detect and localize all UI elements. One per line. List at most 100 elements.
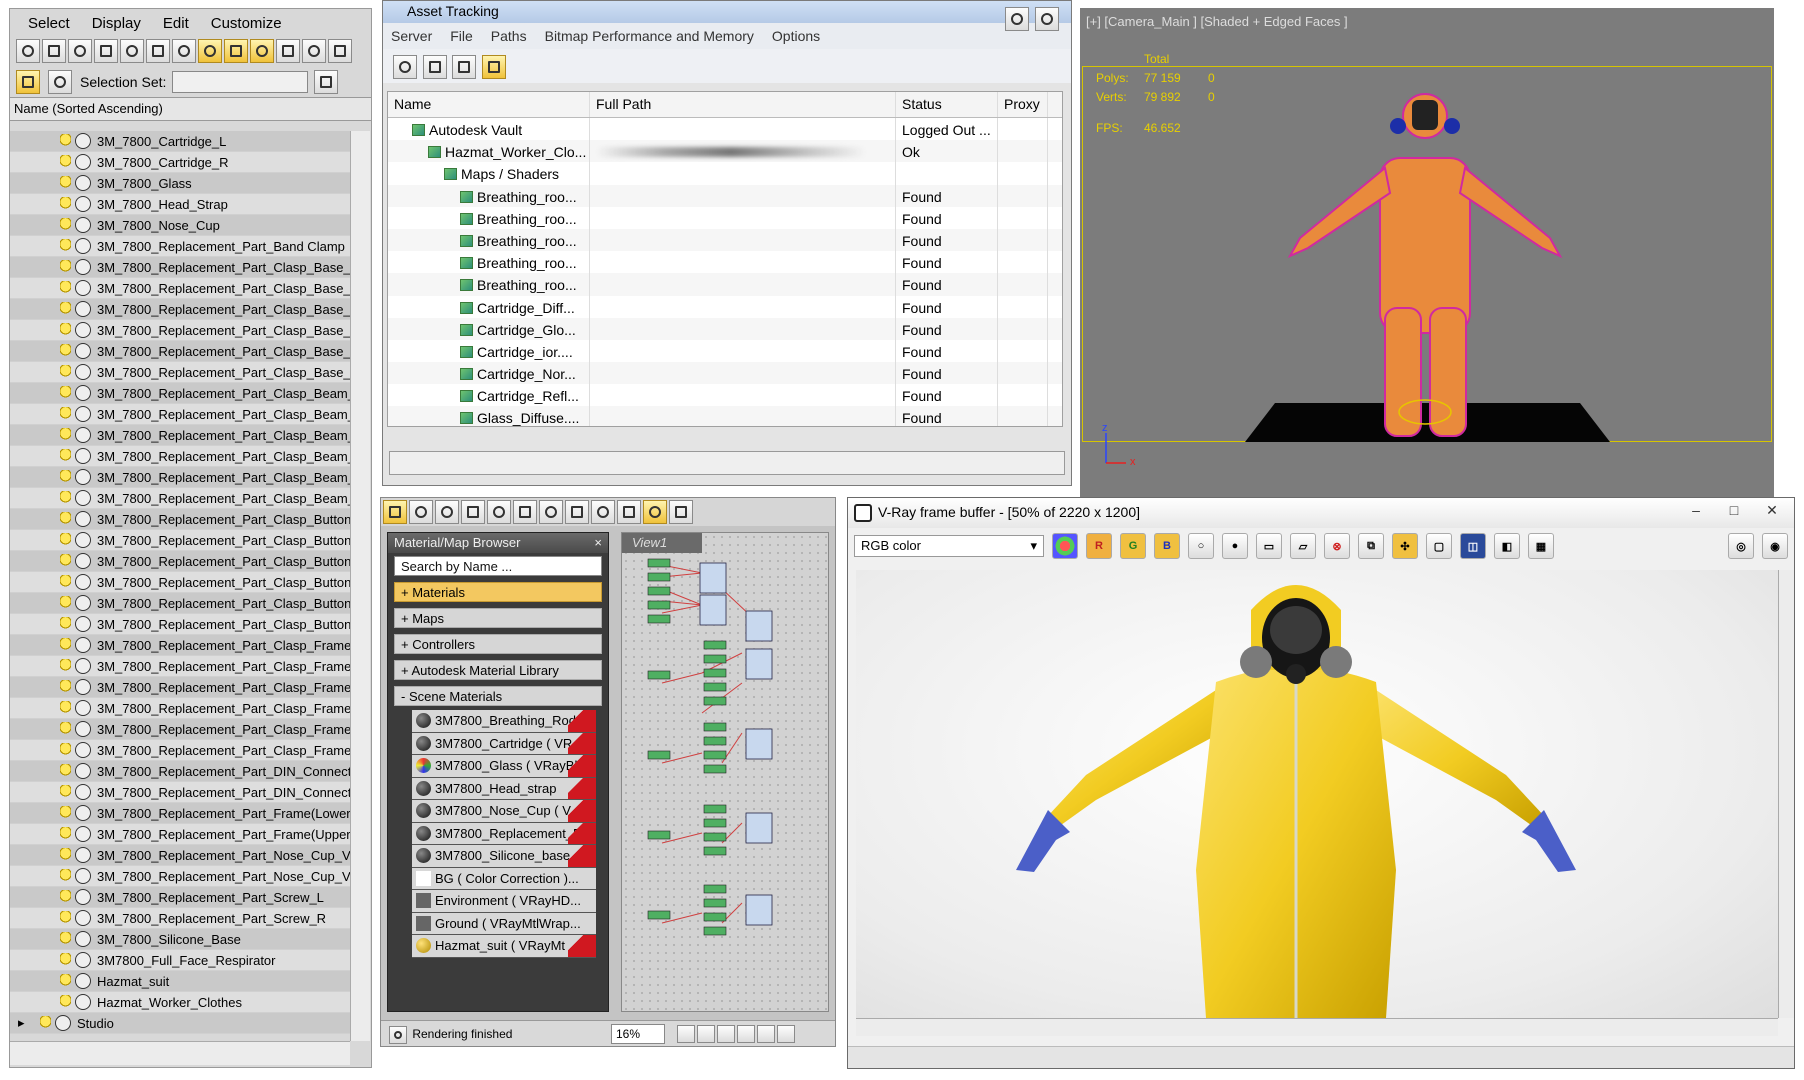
- scene-tree-row[interactable]: 3M_7800_Replacement_Part_Clasp_Base_01: [10, 257, 350, 278]
- scene-tree-row[interactable]: Hazmat_suit: [10, 971, 350, 992]
- help-icon[interactable]: [1035, 7, 1059, 31]
- menu-select[interactable]: Select: [28, 15, 70, 32]
- mono-icon[interactable]: ●: [1222, 533, 1248, 559]
- filter-frozen-icon[interactable]: [276, 39, 300, 63]
- light-bulb-icon[interactable]: [60, 364, 71, 380]
- channel-dropdown[interactable]: RGB color ▾: [854, 535, 1044, 557]
- asset-row[interactable]: Cartridge_Glo... Found: [388, 317, 1062, 340]
- freeze-icon[interactable]: [75, 595, 91, 611]
- hierarchy-icon[interactable]: [48, 70, 72, 94]
- minimize-icon[interactable]: –: [1678, 502, 1714, 522]
- light-bulb-icon[interactable]: [60, 973, 71, 989]
- scene-tree-row[interactable]: 3M_7800_Replacement_Part_DIN_Connecto: [10, 761, 350, 782]
- scene-tree-row[interactable]: 3M_7800_Replacement_Part_Nose_Cup_Val: [10, 845, 350, 866]
- light-bulb-icon[interactable]: [60, 511, 71, 527]
- pan-icon[interactable]: [677, 1025, 695, 1043]
- put-to-scene-icon[interactable]: [435, 500, 459, 524]
- render-icon[interactable]: ◎: [1728, 533, 1754, 559]
- table-view-icon[interactable]: [481, 55, 506, 79]
- asset-row[interactable]: Cartridge_Nor... Found: [388, 362, 1062, 385]
- col-proxy[interactable]: Proxy: [998, 92, 1048, 117]
- assign-material-icon[interactable]: [461, 500, 485, 524]
- scene-tree-row[interactable]: 3M_7800_Replacement_Part_Frame(Upper): [10, 824, 350, 845]
- freeze-icon[interactable]: [75, 448, 91, 464]
- render-vscrollbar[interactable]: [1778, 570, 1794, 1018]
- show-background-icon[interactable]: [643, 500, 667, 524]
- freeze-icon[interactable]: [75, 175, 91, 191]
- light-bulb-icon[interactable]: [60, 469, 71, 485]
- freeze-icon[interactable]: [75, 574, 91, 590]
- freeze-icon[interactable]: [75, 301, 91, 317]
- zoom-selected-icon[interactable]: [757, 1025, 775, 1043]
- freeze-icon[interactable]: [75, 280, 91, 296]
- freeze-icon[interactable]: [75, 868, 91, 884]
- freeze-icon[interactable]: [75, 889, 91, 905]
- light-bulb-icon[interactable]: [60, 259, 71, 275]
- expand-icon[interactable]: ▸: [18, 1015, 30, 1031]
- category-autodesk-material-library[interactable]: + Autodesk Material Library: [394, 660, 602, 680]
- scene-tree-row[interactable]: 3M_7800_Replacement_Part_Clasp_Base_03: [10, 299, 350, 320]
- clear-image-icon[interactable]: ⊗: [1324, 533, 1350, 559]
- freeze-icon[interactable]: [75, 490, 91, 506]
- filter-shapes-icon[interactable]: [42, 39, 66, 63]
- freeze-icon[interactable]: [75, 910, 91, 926]
- freeze-icon[interactable]: [75, 721, 91, 737]
- vray-titlebar[interactable]: V-Ray frame buffer - [50% of 2220 x 1200…: [848, 498, 1794, 528]
- light-bulb-icon[interactable]: [60, 322, 71, 338]
- light-bulb-icon[interactable]: [60, 301, 71, 317]
- category-maps[interactable]: + Maps: [394, 608, 602, 628]
- scene-tree-row[interactable]: 3M_7800_Replacement_Part_Clasp_Button_: [10, 509, 350, 530]
- freeze-icon[interactable]: [75, 700, 91, 716]
- asset-row[interactable]: Breathing_roo... Found: [388, 273, 1062, 296]
- asset-row[interactable]: Breathing_roo... Found: [388, 184, 1062, 207]
- vault-help-icon[interactable]: [1005, 7, 1029, 31]
- list-view-icon[interactable]: [422, 55, 447, 79]
- light-bulb-icon[interactable]: [60, 742, 71, 758]
- freeze-icon[interactable]: [75, 154, 91, 170]
- light-bulb-icon[interactable]: [60, 679, 71, 695]
- scene-tree-row[interactable]: 3M_7800_Replacement_Part_Clasp_Base_02: [10, 278, 350, 299]
- scene-tree-row[interactable]: 3M_7800_Replacement_Part_Clasp_Button_: [10, 572, 350, 593]
- filter-geometry-icon[interactable]: [16, 39, 40, 63]
- asset-row[interactable]: Glass_Diffuse.... Found: [388, 406, 1062, 426]
- freeze-icon[interactable]: [75, 343, 91, 359]
- light-bulb-icon[interactable]: [60, 889, 71, 905]
- col-name[interactable]: Name: [388, 92, 590, 117]
- compare-icon[interactable]: ◫: [1460, 533, 1486, 559]
- scene-material-item[interactable]: Environment ( VRayHD...: [412, 890, 596, 913]
- select-tool-icon[interactable]: [383, 500, 407, 524]
- light-bulb-icon[interactable]: [60, 133, 71, 149]
- pan-to-selected-icon[interactable]: [777, 1025, 795, 1043]
- scene-tree-row[interactable]: 3M_7800_Replacement_Part_Clasp_Beam_0: [10, 404, 350, 425]
- selection-set-dropdown[interactable]: [172, 71, 309, 93]
- scene-tree-vscrollbar[interactable]: [350, 131, 370, 1041]
- freeze-icon[interactable]: [75, 196, 91, 212]
- filter-xrefs-icon[interactable]: [198, 39, 222, 63]
- maximize-icon[interactable]: □: [1716, 502, 1752, 522]
- layout-children-icon[interactable]: [591, 500, 615, 524]
- freeze-icon[interactable]: [75, 469, 91, 485]
- scene-tree-row[interactable]: 3M_7800_Replacement_Part_Clasp_Button_: [10, 593, 350, 614]
- freeze-icon[interactable]: [75, 637, 91, 653]
- freeze-icon[interactable]: [75, 742, 91, 758]
- close-icon[interactable]: ✕: [1754, 502, 1790, 522]
- green-channel-button[interactable]: G: [1120, 533, 1146, 559]
- scene-tree-row[interactable]: 3M_7800_Replacement_Part_Clasp_Beam_0: [10, 467, 350, 488]
- asset-row[interactable]: Autodesk Vault Logged Out ...: [388, 118, 1062, 141]
- asset-row[interactable]: Cartridge_ior.... Found: [388, 339, 1062, 363]
- menu-paths[interactable]: Paths: [491, 28, 527, 44]
- asset-row[interactable]: Breathing_roo... Found: [388, 251, 1062, 274]
- light-bulb-icon[interactable]: [60, 616, 71, 632]
- scene-tree-row[interactable]: 3M_7800_Replacement_Part_Clasp_Base_04: [10, 320, 350, 341]
- light-bulb-icon[interactable]: [60, 805, 71, 821]
- scene-material-item[interactable]: 3M7800_Glass ( VRayBl...: [412, 755, 596, 778]
- node-view[interactable]: View1: [621, 532, 829, 1012]
- scene-tree-row[interactable]: 3M_7800_Replacement_Part_Clasp_Frame_(: [10, 740, 350, 761]
- scene-tree-row[interactable]: 3M_7800_Head_Strap: [10, 194, 350, 215]
- light-bulb-icon[interactable]: [60, 574, 71, 590]
- asset-tracking-titlebar[interactable]: Asset Tracking: [383, 1, 1071, 23]
- light-bulb-icon[interactable]: [60, 238, 71, 254]
- filter-hidden-icon[interactable]: [302, 39, 326, 63]
- scene-tree-row[interactable]: 3M_7800_Replacement_Part_Clasp_Frame_(: [10, 719, 350, 740]
- scene-material-item[interactable]: 3M7800_Head_strap: [412, 777, 596, 800]
